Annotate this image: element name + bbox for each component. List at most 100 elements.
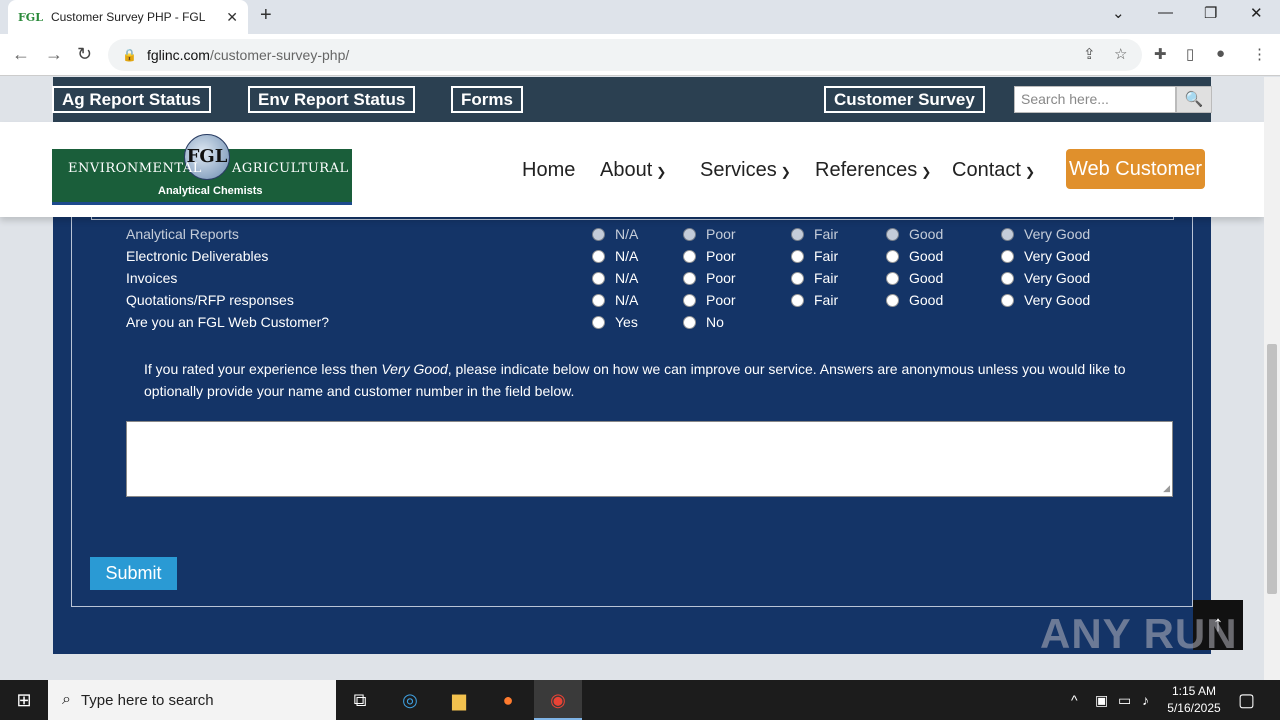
forms-link[interactable]: Forms [451, 86, 523, 113]
page-viewport: Ag Report Status Env Report Status Forms… [0, 77, 1264, 680]
share-icon[interactable]: ⇪ [1083, 45, 1096, 63]
tray-overflow-icon[interactable]: ^ [1071, 680, 1078, 720]
radio-na[interactable]: N/A [592, 291, 638, 308]
customer-survey-link[interactable]: Customer Survey [824, 86, 985, 113]
radio-fair[interactable]: Fair [791, 291, 838, 308]
radio-good[interactable]: Good [886, 291, 943, 308]
utility-nav: Ag Report Status Env Report Status Forms… [52, 77, 1212, 122]
favicon-icon: FGL [18, 10, 43, 24]
url-path: /customer-survey-php/ [209, 47, 350, 63]
radio-very-good[interactable]: Very Good [1001, 247, 1090, 264]
search-icon: 🔍 [1184, 91, 1204, 108]
site-header: FGL ENVIRONMENTAL AGRICULTURAL Analytica… [0, 122, 1264, 217]
radio-good[interactable]: Good [886, 269, 943, 286]
nav-references[interactable]: References ❯ [815, 159, 931, 182]
browser-tab[interactable]: FGL Customer Survey PHP - FGL ✕ [8, 0, 248, 34]
clock-time: 1:15 AM [1171, 684, 1217, 698]
env-report-status-link[interactable]: Env Report Status [248, 86, 416, 113]
profile-icon[interactable]: ● [1216, 45, 1225, 62]
reload-icon[interactable]: ↻ [77, 44, 92, 65]
notifications-icon[interactable]: ▢ [1238, 680, 1255, 720]
nav-about[interactable]: About ❯ [600, 159, 666, 182]
lock-icon[interactable]: 🔒 [122, 48, 137, 62]
back-icon[interactable]: ← [12, 44, 30, 65]
browser-tab-bar: FGL Customer Survey PHP - FGL ✕ + ⌄ — ❐ … [0, 0, 1280, 34]
side-panel-icon[interactable]: ▯ [1186, 45, 1194, 63]
chevron-down-icon: ❯ [1024, 165, 1035, 179]
minimize-icon[interactable]: — [1158, 4, 1173, 21]
extensions-icon[interactable]: ✚ [1154, 45, 1167, 63]
comments-textarea[interactable]: ◢ [126, 421, 1173, 497]
survey-row-invoices: Invoices N/A Poor Fair Good Very Good [53, 266, 1211, 288]
radio-fair[interactable]: Fair [791, 269, 838, 286]
taskbar-search-input[interactable]: ⌕ Type here to search [48, 680, 336, 720]
ag-report-status-link[interactable]: Ag Report Status [52, 86, 211, 113]
taskbar-search-placeholder: Type here to search [80, 691, 214, 709]
radio-poor[interactable]: Poor [683, 247, 736, 264]
restore-icon[interactable]: ❐ [1204, 4, 1217, 22]
question-label: Electronic Deliverables [126, 248, 269, 264]
meet-now-icon[interactable]: ▣ [1095, 680, 1108, 720]
radio-poor[interactable]: Poor [683, 291, 736, 308]
web-customer-button[interactable]: Web Customer [1066, 149, 1205, 189]
browser-toolbar: ← → ↻ 🔒 fglinc.com/customer-survey-php/ … [0, 34, 1280, 76]
network-icon[interactable]: ▭ [1118, 680, 1131, 720]
close-tab-icon[interactable]: ✕ [226, 9, 238, 26]
nav-services[interactable]: Services ❯ [700, 159, 791, 182]
windows-taskbar: ⊞ ⌕ Type here to search ⧉ ◎ ▆ ● ◉ ^ ▣ ▭ … [0, 680, 1280, 720]
file-explorer-icon[interactable]: ▆ [435, 680, 483, 720]
firefox-icon[interactable]: ● [484, 680, 532, 720]
volume-icon[interactable]: ♪ [1142, 680, 1149, 720]
survey-row-quotations: Quotations/RFP responses N/A Poor Fair G… [53, 288, 1211, 310]
radio-na[interactable]: N/A [592, 247, 638, 264]
fieldset-border [91, 217, 1174, 220]
fgl-logo[interactable]: FGL ENVIRONMENTAL AGRICULTURAL Analytica… [52, 134, 352, 206]
nav-services-label: Services [700, 159, 777, 181]
anyrun-watermark: ANY RUN [1040, 610, 1238, 657]
chevron-down-icon: ❯ [780, 165, 791, 179]
radio-na[interactable]: N/A [592, 269, 638, 286]
windows-start-icon[interactable]: ⊞ [0, 680, 48, 720]
scrollbar-thumb[interactable] [1267, 344, 1277, 594]
radio-good[interactable]: Good [886, 247, 943, 264]
nav-about-label: About [600, 159, 653, 181]
survey-row-electronic-deliverables: Electronic Deliverables N/A Poor Fair Go… [53, 244, 1211, 266]
search-button[interactable]: 🔍 [1176, 86, 1212, 113]
radio-fair[interactable]: Fair [791, 247, 838, 264]
address-bar[interactable]: 🔒 fglinc.com/customer-survey-php/ [108, 39, 1142, 71]
chevron-down-icon: ❯ [656, 165, 667, 179]
nav-contact-label: Contact [952, 159, 1021, 181]
radio-very-good[interactable]: Very Good [1001, 291, 1090, 308]
nav-home[interactable]: Home [522, 159, 575, 182]
new-tab-icon[interactable]: + [260, 4, 272, 27]
radio-very-good[interactable]: Very Good [1001, 225, 1090, 242]
radio-fair[interactable]: Fair [791, 225, 838, 242]
search-icon: ⌕ [62, 691, 71, 708]
page-scrollbar[interactable] [1264, 77, 1280, 680]
radio-poor[interactable]: Poor [683, 225, 736, 242]
chrome-icon[interactable]: ◉ [534, 680, 582, 720]
question-label: Are you an FGL Web Customer? [126, 314, 330, 330]
close-window-icon[interactable]: ✕ [1250, 4, 1263, 22]
nav-contact[interactable]: Contact ❯ [952, 159, 1035, 182]
forward-icon[interactable]: → [45, 44, 63, 65]
edge-icon[interactable]: ◎ [386, 680, 434, 720]
bookmark-star-icon[interactable]: ☆ [1114, 45, 1127, 63]
task-view-icon[interactable]: ⧉ [336, 680, 384, 720]
radio-yes[interactable]: Yes [592, 313, 638, 330]
radio-poor[interactable]: Poor [683, 269, 736, 286]
site-search-input[interactable]: Search here... [1014, 86, 1176, 113]
radio-na[interactable]: N/A [592, 225, 638, 242]
logo-environmental: ENVIRONMENTAL [68, 161, 202, 176]
tab-search-icon[interactable]: ⌄ [1112, 4, 1125, 22]
radio-good[interactable]: Good [886, 225, 943, 242]
radio-no[interactable]: No [683, 313, 724, 330]
radio-very-good[interactable]: Very Good [1001, 269, 1090, 286]
survey-row-analytical-reports: Analytical Reports N/A Poor Fair Good Ve… [53, 222, 1211, 244]
submit-button[interactable]: Submit [90, 557, 177, 590]
nav-references-label: References [815, 159, 918, 181]
resize-grip-icon[interactable]: ◢ [1163, 483, 1170, 494]
logo-subtitle: Analytical Chemists [158, 185, 263, 197]
taskbar-clock[interactable]: 1:15 AM 5/16/2025 [1162, 683, 1226, 717]
menu-dots-icon[interactable]: ⋮ [1252, 45, 1267, 63]
